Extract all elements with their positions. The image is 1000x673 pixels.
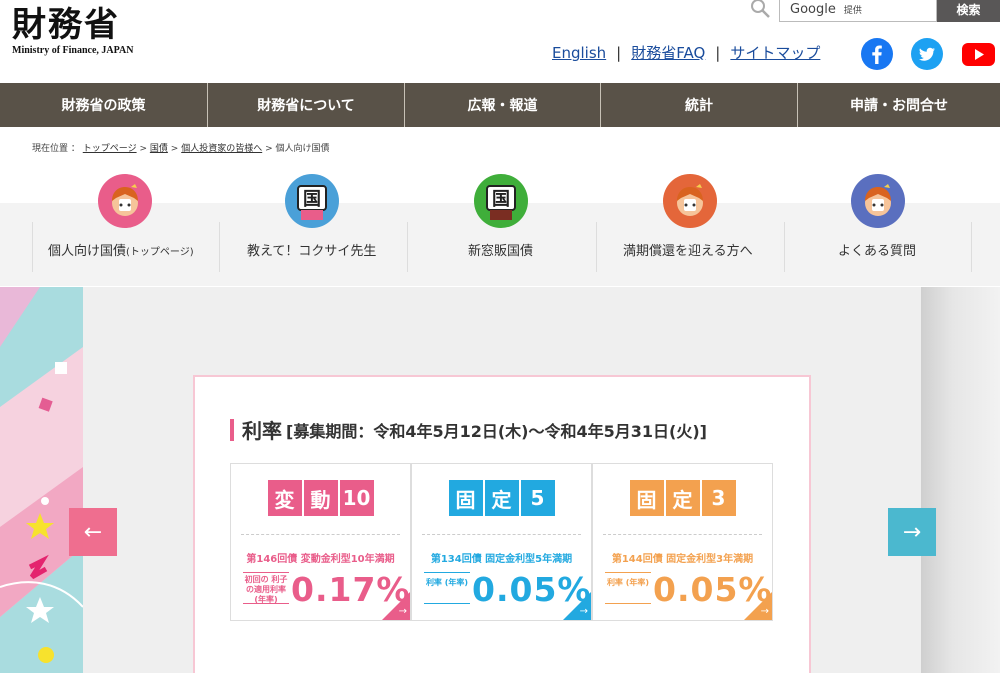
breadcrumb-current: 個人向け国債	[275, 144, 330, 154]
rate-label: 初回の 利子の適用利率 (年率)	[243, 572, 289, 604]
logo-english: Ministry of Finance, JAPAN	[12, 45, 134, 56]
carousel-next-button[interactable]: →	[888, 508, 936, 556]
search-icon	[749, 0, 773, 20]
link-sitemap[interactable]: サイトマップ	[730, 44, 820, 62]
breadcrumb: 現在位置 ： トップページ > 国債 > 個人投資家の皆様へ > 個人向け国債	[32, 141, 330, 154]
carousel-prev-slide-art	[0, 287, 83, 673]
subnav-icon-sensei[interactable]: 国	[285, 174, 339, 228]
subnav-divider	[784, 222, 785, 272]
link-english[interactable]: English	[552, 44, 606, 62]
header-links: English | 財務省FAQ | サイトマップ	[552, 42, 820, 63]
bond-rate: 0.05%	[472, 570, 592, 609]
svg-text:国: 国	[492, 189, 510, 210]
mascot-girl-icon	[851, 174, 905, 228]
badge-char: 3	[701, 480, 736, 516]
subnav-divider	[971, 222, 972, 272]
subnav-maturity[interactable]: 満期償還を迎える方へ	[623, 240, 753, 259]
gnav-policy[interactable]: 財務省の政策	[0, 83, 207, 127]
search-provided-label: 提供	[843, 6, 862, 16]
svg-text:国: 国	[303, 189, 321, 210]
carousel-prev-button[interactable]: ←	[69, 508, 117, 556]
youtube-icon[interactable]	[961, 38, 996, 70]
bond-name: 第146回債 変動金利型10年満期	[246, 554, 395, 565]
subnav-top-label: 個人向け国債	[48, 244, 127, 259]
breadcrumb-sep: >	[170, 144, 179, 154]
gnav-about[interactable]: 財務省について	[207, 83, 404, 127]
link-separator: |	[616, 44, 622, 62]
rate-label: 利率 (年率)	[605, 572, 651, 604]
bond-card-variable10[interactable]: 変動 10 第146回債 変動金利型10年満期 初回の 利子の適用利率 (年率) …	[230, 463, 411, 621]
bond-badge: 固定5	[448, 480, 555, 516]
badge-char: 変	[267, 480, 302, 516]
bond-rate: 0.05%	[653, 570, 773, 609]
site-logo[interactable]: 財務省 Ministry of Finance, JAPAN	[12, 6, 133, 56]
subnav-top-small: (トップページ)	[126, 247, 194, 258]
arrow-right-icon: →	[902, 519, 922, 545]
mascot-shin-icon: 国	[474, 174, 528, 228]
breadcrumb-link[interactable]: 国債	[150, 144, 168, 154]
breadcrumb-prefix: 現在位置 ：	[32, 144, 80, 154]
subnav-icon-faq[interactable]	[851, 174, 905, 228]
rate-carousel: 利率 [募集期間：令和4年5月12日(木)～令和4年5月31日(火)] 変動 10 …	[0, 287, 1000, 673]
facebook-icon[interactable]	[861, 38, 893, 70]
subnav-divider	[407, 222, 408, 272]
rate-heading: 利率 [募集期間：令和4年5月12日(木)～令和4年5月31日(火)]	[230, 415, 707, 444]
gnav-press[interactable]: 広報・報道	[404, 83, 600, 127]
search-input[interactable]: Google 提供	[779, 0, 937, 22]
badge-char: 10	[339, 480, 374, 516]
bond-card-fixed5[interactable]: 固定5 第134回債 固定金利型5年満期 利率 (年率) 0.05% →	[411, 463, 592, 621]
subnav-divider	[219, 222, 220, 272]
mascot-girl-icon	[98, 174, 152, 228]
mascot-sensei-icon: 国	[285, 174, 339, 228]
rate-period: [募集期間：令和4年5月12日(木)～令和4年5月31日(火)]	[286, 421, 707, 441]
badge-char: 固	[629, 480, 664, 516]
bond-card-fixed3[interactable]: 固定3 第144回債 固定金利型3年満期 利率 (年率) 0.05% →	[592, 463, 773, 621]
search-button[interactable]: 検索	[937, 0, 1000, 22]
gnav-contact[interactable]: 申請・お問合せ	[797, 83, 1000, 127]
bond-name: 第144回債 固定金利型3年満期	[611, 554, 754, 565]
twitter-icon[interactable]	[911, 38, 943, 70]
breadcrumb-link[interactable]: 個人投資家の皆様へ	[181, 144, 262, 154]
global-nav: 財務省の政策 財務省について 広報・報道 統計 申請・お問合せ	[0, 83, 1000, 127]
subnav-sensei[interactable]: 教えて！コクサイ先生	[247, 240, 376, 259]
divider	[603, 534, 762, 535]
arrow-right-icon: →	[579, 606, 588, 617]
link-faq[interactable]: 財務省FAQ	[631, 44, 705, 62]
subnav-faq[interactable]: よくある質問	[838, 240, 916, 259]
divider	[241, 534, 400, 535]
subnav-top[interactable]: 個人向け国債(トップページ)	[48, 240, 194, 259]
badge-char: 定	[665, 480, 700, 516]
bond-name: 第134回債 固定金利型5年満期	[430, 554, 573, 565]
divider	[422, 534, 581, 535]
gnav-statistics[interactable]: 統計	[600, 83, 797, 127]
subnav-divider	[32, 222, 33, 272]
rate-label: 利率 (年率)	[424, 572, 470, 604]
bond-badge: 変動 10	[267, 480, 374, 516]
bond-rate: 0.17%	[291, 570, 411, 609]
carousel-next-slide-art	[921, 287, 1000, 673]
subnav-icon-top[interactable]	[98, 174, 152, 228]
arrow-right-icon: →	[760, 606, 769, 617]
badge-char: 固	[448, 480, 483, 516]
heading-accent-bar	[230, 418, 234, 441]
bond-badge: 固定3	[629, 480, 736, 516]
badge-char: 定	[484, 480, 519, 516]
arrow-right-icon: →	[398, 606, 407, 617]
subnav-shin[interactable]: 新窓販国債	[468, 240, 533, 259]
badge-char: 5	[520, 480, 555, 516]
mascot-girl-icon	[663, 174, 717, 228]
search-placeholder: Google	[790, 2, 836, 17]
subnav-divider	[596, 222, 597, 272]
rate-title: 利率	[242, 419, 282, 443]
subnav-icon-maturity[interactable]	[663, 174, 717, 228]
breadcrumb-sep: >	[139, 144, 147, 154]
breadcrumb-sep: >	[265, 144, 273, 154]
subnav-icon-shin[interactable]: 国	[474, 174, 528, 228]
logo-japanese: 財務省	[12, 5, 120, 45]
breadcrumb-link[interactable]: トップページ	[83, 144, 137, 154]
link-separator: |	[715, 44, 721, 62]
arrow-left-icon: ←	[83, 519, 103, 545]
badge-char: 動	[303, 480, 338, 516]
